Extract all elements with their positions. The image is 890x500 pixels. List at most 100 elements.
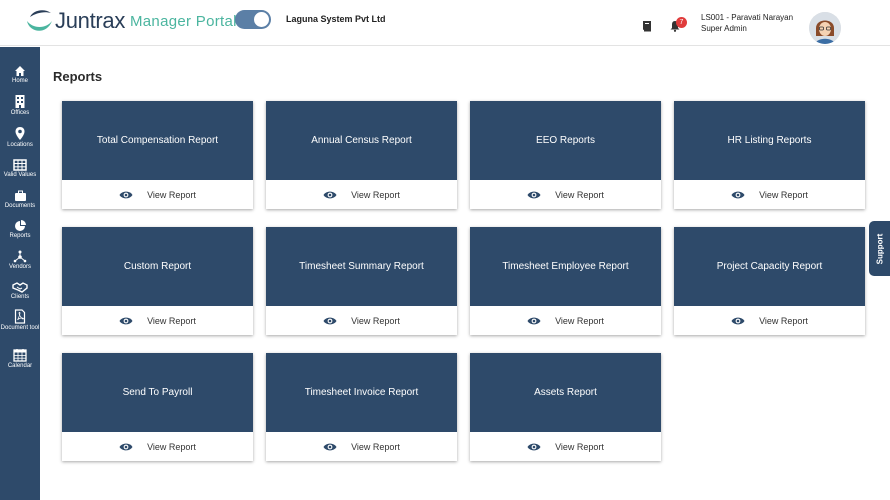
sidebar-item-label: Calendar (7, 363, 33, 369)
eye-icon (731, 191, 745, 198)
report-title[interactable]: Send To Payroll (62, 353, 253, 432)
eye-icon (119, 317, 133, 324)
sidebar-item-home[interactable]: Home (0, 65, 40, 85)
book-icon[interactable] (641, 20, 653, 32)
eye-icon (731, 317, 745, 324)
report-card[interactable]: EEO Reports View Report (470, 101, 661, 209)
view-report-label: View Report (555, 315, 604, 326)
building-icon (15, 95, 25, 108)
sidebar-item-label: Vendors (8, 264, 32, 270)
view-report-button[interactable]: View Report (674, 306, 865, 335)
report-card[interactable]: Assets Report View Report (470, 353, 661, 461)
sidebar-item-clients[interactable]: Clients (0, 281, 40, 301)
support-tab[interactable]: Support (869, 221, 890, 276)
view-report-button[interactable]: View Report (470, 432, 661, 461)
view-report-button[interactable]: View Report (62, 180, 253, 209)
view-report-button[interactable]: View Report (266, 306, 457, 335)
view-report-button[interactable]: View Report (470, 306, 661, 335)
sidebar-item-label: Document tool (0, 325, 40, 331)
user-name: LS001 - Paravati Narayan (701, 13, 794, 22)
juntrax-logo-icon[interactable] (24, 7, 54, 37)
user-role: Super Admin (701, 24, 747, 33)
report-card[interactable]: Custom Report View Report (62, 227, 253, 335)
sidebar-item-label: Reports (9, 233, 31, 239)
report-card[interactable]: Timesheet Employee Report View Report (470, 227, 661, 335)
sidebar: Home Offices Locations Valid Values Docu… (0, 47, 40, 500)
report-title[interactable]: HR Listing Reports (674, 101, 865, 180)
user-avatar[interactable] (809, 12, 841, 44)
eye-icon (119, 191, 133, 198)
report-card[interactable]: Send To Payroll View Report (62, 353, 253, 461)
report-card[interactable]: Timesheet Invoice Report View Report (266, 353, 457, 461)
eye-icon (119, 443, 133, 450)
report-card[interactable]: Timesheet Summary Report View Report (266, 227, 457, 335)
notification-badge: 7 (676, 17, 687, 28)
view-report-label: View Report (555, 441, 604, 452)
view-report-label: View Report (759, 189, 808, 200)
sidebar-item-valid-values[interactable]: Valid Values (0, 159, 40, 179)
calendar-icon (13, 349, 27, 362)
sidebar-item-calendar[interactable]: Calendar (0, 348, 40, 370)
report-title[interactable]: Total Compensation Report (62, 101, 253, 180)
eye-icon (323, 191, 337, 198)
report-title[interactable]: Assets Report (470, 353, 661, 432)
sidebar-item-vendors[interactable]: Vendors (0, 250, 40, 271)
sidebar-item-locations[interactable]: Locations (0, 126, 40, 149)
view-report-label: View Report (351, 315, 400, 326)
support-label: Support (875, 233, 884, 264)
report-title[interactable]: Annual Census Report (266, 101, 457, 180)
pdf-icon (14, 309, 26, 324)
eye-icon (527, 191, 541, 198)
page-title: Reports (53, 69, 103, 84)
eye-icon (323, 443, 337, 450)
view-report-button[interactable]: View Report (674, 180, 865, 209)
sidebar-item-document-tool[interactable]: Document tool (0, 309, 40, 332)
report-title[interactable]: Timesheet Summary Report (266, 227, 457, 306)
view-report-label: View Report (351, 441, 400, 452)
report-title[interactable]: Timesheet Employee Report (470, 227, 661, 306)
sidebar-item-offices[interactable]: Offices (0, 94, 40, 117)
home-icon (15, 66, 25, 76)
sidebar-item-documents[interactable]: Documents (0, 190, 40, 210)
eye-icon (527, 317, 541, 324)
sidebar-item-label: Offices (10, 110, 30, 116)
sidebar-item-label: Clients (10, 294, 30, 300)
sidebar-item-reports[interactable]: Reports (0, 219, 40, 240)
view-report-label: View Report (147, 441, 196, 452)
view-report-label: View Report (147, 315, 196, 326)
company-name: Laguna System Pvt Ltd (286, 14, 386, 24)
view-report-button[interactable]: View Report (62, 306, 253, 335)
sidebar-item-label: Home (11, 78, 28, 84)
brand-name[interactable]: Juntrax (55, 8, 125, 34)
report-card[interactable]: Project Capacity Report View Report (674, 227, 865, 335)
top-header: Juntrax Manager Portal Laguna System Pvt… (0, 0, 890, 46)
briefcase-icon (14, 190, 26, 201)
view-report-label: View Report (555, 189, 604, 200)
report-card[interactable]: Total Compensation Report View Report (62, 101, 253, 209)
view-report-label: View Report (351, 189, 400, 200)
table-icon (13, 159, 27, 171)
sidebar-item-label: Documents (4, 203, 36, 209)
toggle-knob (254, 12, 269, 27)
sidebar-item-label: Valid Values (3, 172, 37, 178)
portal-name: Manager Portal (130, 13, 237, 30)
view-report-label: View Report (147, 189, 196, 200)
report-card[interactable]: Annual Census Report View Report (266, 101, 457, 209)
pie-chart-icon (14, 220, 26, 231)
view-report-button[interactable]: View Report (470, 180, 661, 209)
eye-icon (527, 443, 541, 450)
view-report-button[interactable]: View Report (266, 180, 457, 209)
report-card[interactable]: HR Listing Reports View Report (674, 101, 865, 209)
avatar-icon (809, 12, 841, 44)
view-report-button[interactable]: View Report (266, 432, 457, 461)
sidebar-item-label: Locations (7, 142, 33, 148)
network-icon (13, 250, 27, 263)
portal-toggle[interactable] (235, 10, 271, 29)
view-report-button[interactable]: View Report (62, 432, 253, 461)
report-title[interactable]: Timesheet Invoice Report (266, 353, 457, 432)
report-title[interactable]: EEO Reports (470, 101, 661, 180)
handshake-icon (12, 282, 28, 293)
report-title[interactable]: Custom Report (62, 227, 253, 306)
view-report-label: View Report (759, 315, 808, 326)
report-title[interactable]: Project Capacity Report (674, 227, 865, 306)
